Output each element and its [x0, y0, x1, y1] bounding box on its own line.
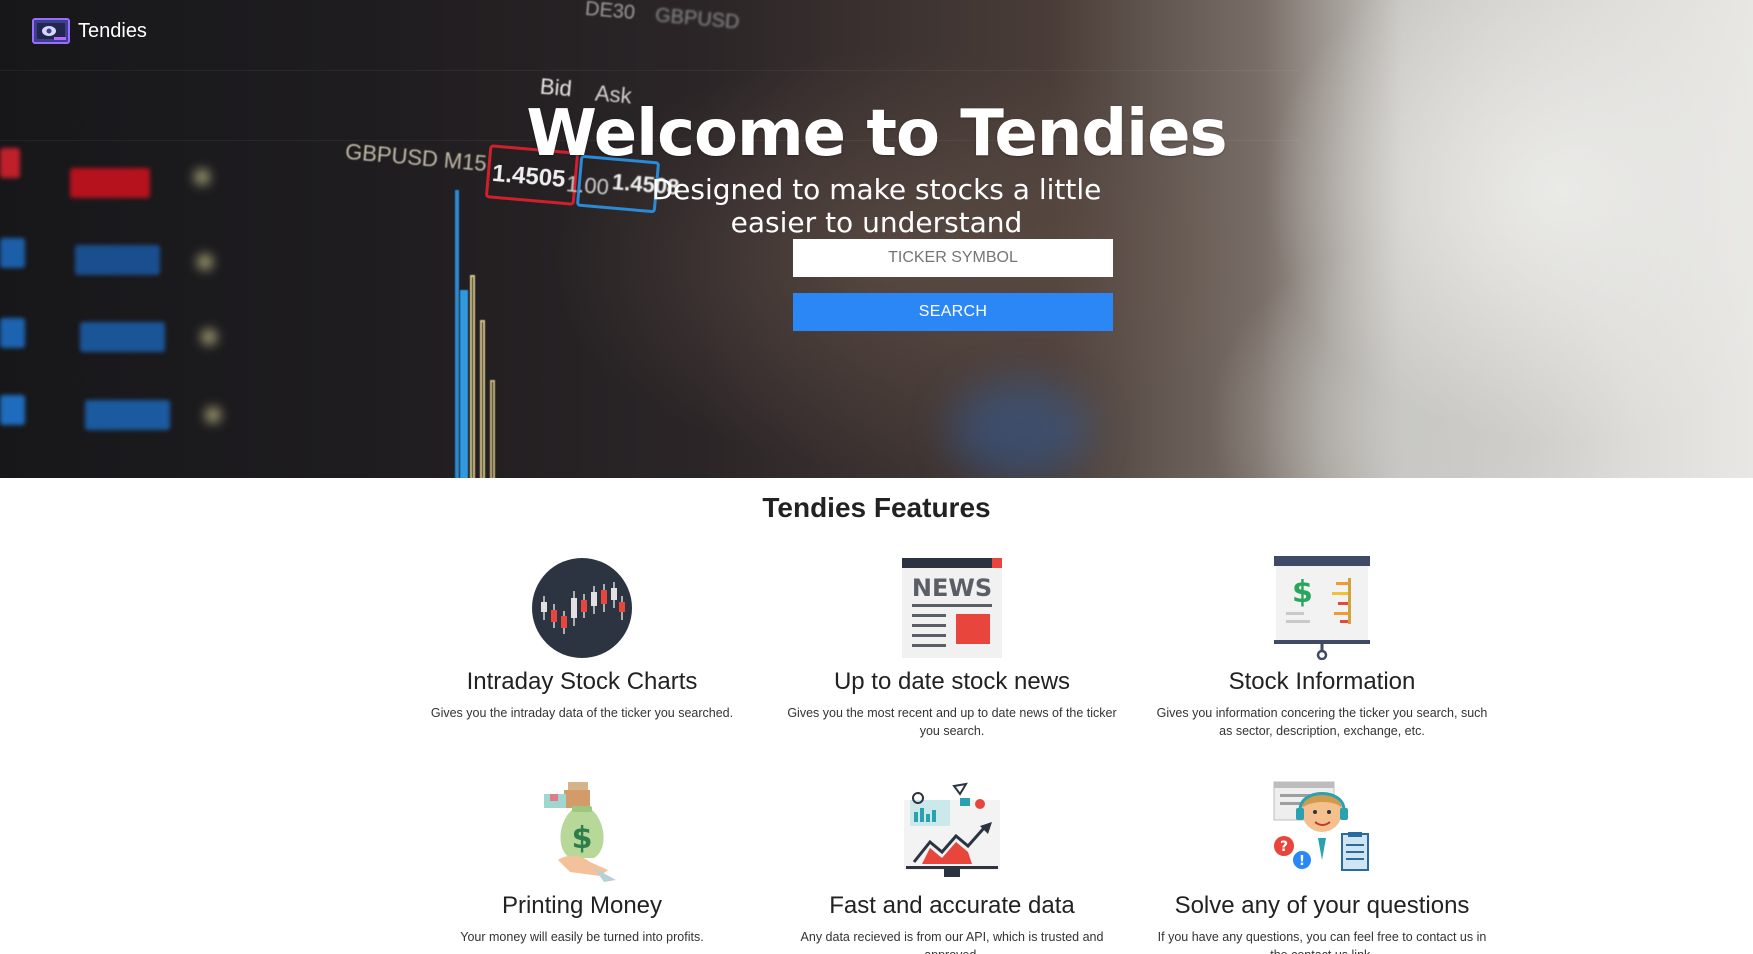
background-grid-line [0, 70, 1300, 71]
feature-title: Solve any of your questions [1174, 892, 1470, 919]
background-dot [198, 255, 212, 269]
feature-description: Your money will easily be turned into pr… [460, 930, 704, 944]
background-ticker-bar [75, 245, 160, 275]
feature-stock-information: $ Stock Information Gives you informatio… [1142, 556, 1502, 740]
feature-printing-money: $ Printing Money Your money will easily … [402, 780, 762, 946]
feature-fast-accurate-data: Fast and accurate data Any data recieved… [772, 780, 1132, 954]
analytics-monitor-icon [900, 780, 1004, 884]
feature-description: If you have any questions, you can feel … [1157, 930, 1487, 954]
hero-content: Welcome to Tendies Designed to make stoc… [0, 95, 1753, 239]
presentation-board-icon: $ [1270, 556, 1374, 661]
background-ticker-bar [0, 318, 25, 348]
background-candle [480, 320, 485, 478]
background-candle [470, 275, 475, 478]
brand[interactable]: Tendies [32, 18, 147, 44]
background-candle [460, 290, 468, 478]
feature-description: Any data recieved is from our API, which… [800, 930, 1104, 954]
background-dot [202, 330, 216, 344]
background-ticker-bar [0, 395, 25, 425]
features-title: Tendies Features [762, 492, 991, 523]
svg-text:!: ! [1299, 854, 1305, 869]
background-glow [950, 380, 1090, 478]
brand-name: Tendies [78, 19, 147, 42]
background-label: DE30 [584, 0, 636, 25]
feature-title: Up to date stock news [833, 668, 1071, 695]
hero-title: Welcome to Tendies [526, 97, 1227, 171]
feature-title: Fast and accurate data [829, 892, 1075, 919]
money-bag-icon: $ [530, 780, 634, 884]
background-label: GBPUSD [654, 4, 741, 34]
svg-text:$: $ [572, 821, 593, 856]
feature-stock-news: NEWS Up to date stock news Gives you the… [772, 556, 1132, 740]
ticker-symbol-input[interactable] [793, 239, 1113, 277]
feature-intraday-charts: Intraday Stock Charts Gives you the intr… [402, 556, 762, 722]
hero-banner: GBPUSD M15 1.4505 1.00 1.4508 Bid Ask DE… [0, 0, 1753, 478]
hero-subtitle: Designed to make stocks a little easier … [651, 173, 1102, 239]
feature-description: Gives you the most recent and up to date… [787, 706, 1117, 738]
feature-title: Stock Information [1228, 668, 1416, 695]
background-ticker-bar [80, 322, 165, 352]
svg-text:$: $ [1292, 575, 1313, 610]
support-agent-icon: ? ! [1270, 780, 1374, 884]
feature-support: ? ! Solve any of your questions If you h… [1142, 780, 1502, 954]
svg-text:NEWS: NEWS [912, 574, 992, 602]
background-ticker-bar [85, 400, 170, 430]
feature-title: Printing Money [501, 892, 663, 919]
newspaper-icon: NEWS [900, 556, 1004, 660]
svg-text:?: ? [1280, 839, 1288, 855]
background-ticker-bar [0, 238, 25, 268]
search-button[interactable]: SEARCH [793, 293, 1113, 331]
background-dot [206, 408, 220, 422]
candlestick-chart-icon [530, 556, 634, 660]
tendies-logo-icon [32, 18, 70, 44]
feature-title: Intraday Stock Charts [466, 668, 698, 695]
background-candle [490, 380, 495, 478]
feature-description: Gives you the intraday data of the ticke… [430, 706, 734, 720]
feature-description: Gives you information concering the tick… [1156, 706, 1488, 738]
